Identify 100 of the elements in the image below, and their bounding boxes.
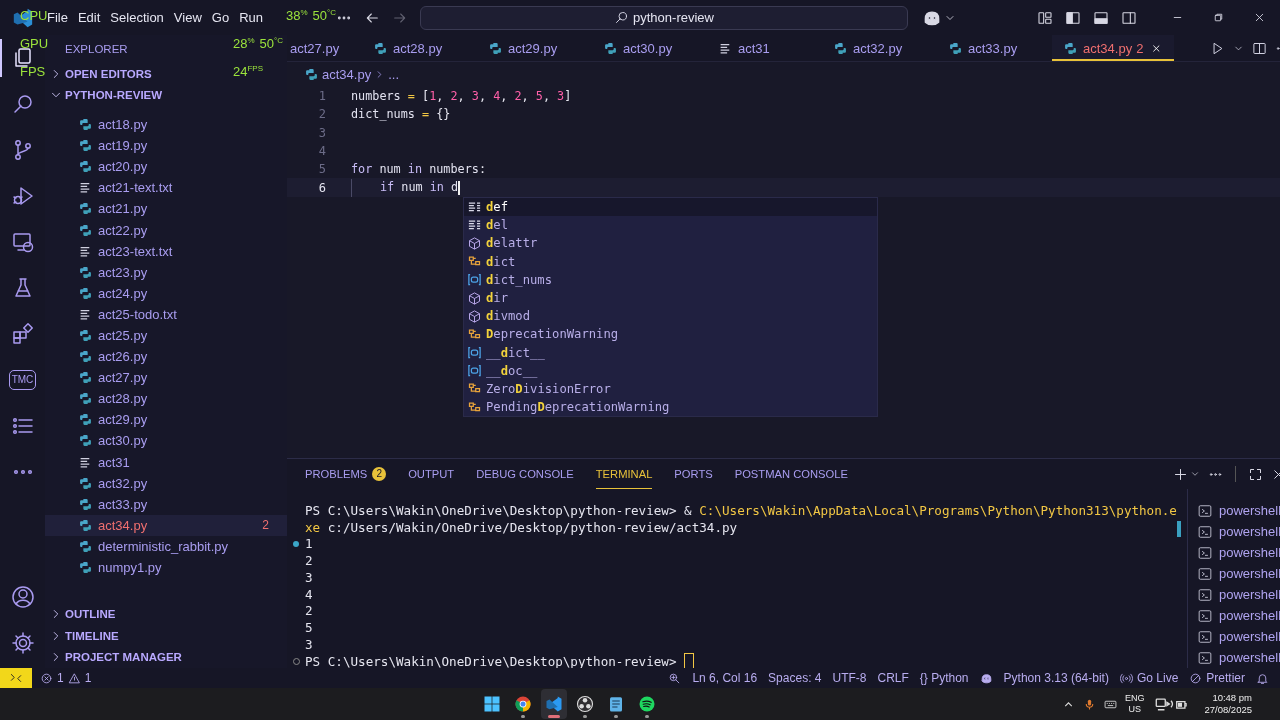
explorer-item[interactable]: act33.py [45,493,287,515]
explorer-item[interactable]: act23-text.txt [45,240,287,262]
section-header[interactable]: OUTLINE [45,603,124,625]
terminal-session[interactable]: powershell [1187,563,1280,584]
terminal-session[interactable]: powershell [1187,584,1280,605]
zoom-icon[interactable] [668,671,682,685]
status-item[interactable]: {} Python [919,671,969,685]
explorer-item[interactable]: act30.py [45,430,287,452]
suggestion-item[interactable]: def [464,198,877,217]
breadcrumb-item[interactable]: ... [388,66,399,82]
terminal-session[interactable]: powershell [1187,521,1280,542]
tmc-tab[interactable]: TMC [8,370,37,390]
suggestion-item[interactable]: divmod [464,307,877,326]
editor-tab[interactable]: act33.py [937,35,1052,61]
status-item[interactable]: Python 3.13 (64-bit) [1003,671,1109,685]
panel-tab[interactable]: OUTPUT [408,459,455,489]
clock[interactable]: 10:48 pm 27/08/2025 [1204,692,1252,716]
explorer-item[interactable]: act32.py [45,472,287,494]
close-icon[interactable] [1253,11,1266,24]
explorer-item[interactable]: act27.py [45,367,287,389]
run-debug-icon[interactable] [10,184,35,208]
status-item[interactable]: Go Live [1119,671,1179,685]
explorer-item[interactable]: act31 [45,451,287,473]
chevron-icon[interactable] [1189,469,1200,479]
terminal-session[interactable]: powershell [1187,626,1280,647]
layout-icon[interactable] [1121,9,1137,26]
menu-item[interactable]: Edit [72,10,106,25]
suggestion-item[interactable]: __doc__ [464,361,877,380]
suggestion-item[interactable]: ZeroDivisionError [464,379,877,399]
explorer-item[interactable]: numpy1.py [45,556,287,579]
language-indicator[interactable]: ENG US [1124,693,1145,715]
suggestion-item[interactable]: dict [464,252,877,271]
explorer-item[interactable]: act26.py [45,346,287,368]
problems-status[interactable]: 1 1 [40,671,92,685]
suggestion-item[interactable]: __dict__ [464,343,877,362]
explorer-item[interactable]: act34.py 2 [45,514,287,536]
editor-tab[interactable]: act34.py 2 [1052,35,1174,61]
explorer-item[interactable]: act21-text.txt [45,177,287,199]
maximize-icon[interactable] [1247,466,1263,482]
code-editor-icon[interactable] [545,695,564,713]
status-item[interactable]: Prettier [1189,671,1245,685]
explorer-item[interactable]: act23.py [45,261,287,283]
section-header[interactable]: PYTHON-REVIEW [45,84,171,106]
terminal-session[interactable]: powershell [1187,542,1280,563]
explorer-item[interactable]: act20.py [45,156,287,178]
windows-start-icon[interactable] [483,695,502,713]
browser-icon[interactable] [514,695,533,713]
panel-tab[interactable]: DEBUG CONSOLE [476,459,574,489]
menu-item[interactable]: Run [234,10,268,25]
explorer-item[interactable]: act18.py [45,114,287,136]
editor-tab[interactable]: act29.py [477,35,592,61]
copilot-icon[interactable] [979,671,993,685]
suggestion-item[interactable]: PendingDeprecationWarning [464,398,877,417]
terminal-session[interactable]: powershell [1187,647,1280,668]
status-item[interactable]: Spaces: 4 [768,671,822,685]
split-editor-icon[interactable] [1251,40,1267,56]
explorer-item[interactable]: act19.py [45,135,287,157]
layout-icon[interactable] [1065,9,1081,26]
new-terminal-icon[interactable] [1172,466,1188,482]
extensions-icon[interactable] [10,322,35,346]
status-item[interactable]: UTF-8 [832,671,867,685]
editor-tab[interactable]: act28.py [362,35,477,61]
search-field[interactable]: python-review [420,5,908,30]
section-header[interactable]: TIMELINE [45,625,127,647]
recorder-icon[interactable] [576,695,595,713]
restore-icon[interactable] [1212,11,1225,24]
menu-item[interactable]: Go [206,10,235,25]
account-icon[interactable] [10,585,35,609]
layout-icon[interactable] [1037,9,1053,26]
panel-tab[interactable]: TERMINAL [595,459,653,489]
explorer-item[interactable]: act21.py [45,198,287,220]
suggestion-item[interactable]: delattr [464,234,877,253]
panel-tab[interactable]: POSTMAN CONSOLE [734,459,848,489]
section-header[interactable]: PROJECT MANAGER [45,646,190,668]
status-item[interactable]: CRLF [877,671,909,685]
explorer-item[interactable]: deterministic_rabbit.py [45,535,287,557]
suggestion-item[interactable]: DeprecationWarning [464,325,877,344]
settings-icon[interactable] [10,631,35,655]
explorer-item[interactable]: act25.py [45,324,287,347]
suggestion-item[interactable]: dict_nums [464,270,877,289]
layout-icon[interactable] [1093,9,1109,26]
breadcrumb-item[interactable]: act34.py [322,66,372,82]
editor-tab[interactable]: act31 [707,35,822,61]
explorer-item[interactable]: act25-todo.txt [45,303,287,325]
monitor-icon[interactable] [10,230,35,254]
menu-item[interactable]: Selection [105,10,169,25]
editor-tab[interactable]: act27.py [287,35,362,61]
status-item[interactable]: Ln 6, Col 16 [692,671,758,685]
terminal-session[interactable]: powershell [1187,605,1280,626]
section-header[interactable]: OPEN EDITORS [45,63,160,85]
suggestion-item[interactable]: dir [464,288,877,308]
music-app-icon[interactable] [638,695,657,713]
explorer-item[interactable]: act29.py [45,409,287,431]
bell-icon[interactable] [1256,671,1269,685]
explorer-item[interactable]: act24.py [45,282,287,304]
menu-item[interactable]: View [168,10,207,25]
suggestion-item[interactable]: del [464,216,877,235]
panel-tab[interactable]: PORTS [674,459,713,489]
explorer-item[interactable]: act28.py [45,388,287,410]
editor-tab[interactable]: act30.py [592,35,707,61]
